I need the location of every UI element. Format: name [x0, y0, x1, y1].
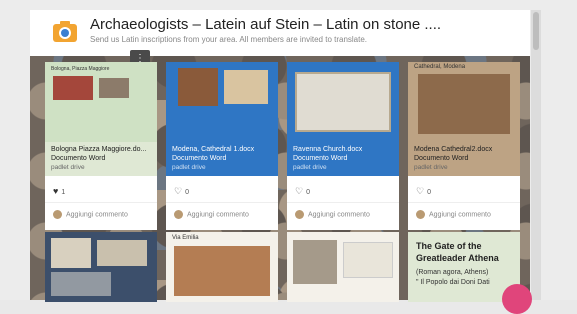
comment-label: Aggiungi commento	[429, 211, 491, 219]
like-count: 1	[61, 189, 66, 196]
avatar	[416, 210, 425, 219]
post-card[interactable]: Via Emilia	[166, 232, 278, 302]
page-title: Archaeologists – Latein auf Stein – Lati…	[90, 16, 442, 33]
add-comment-button[interactable]: Aggiungi commento	[53, 210, 128, 219]
post-source: padlet drive	[51, 164, 85, 171]
post-thumbnail	[166, 62, 278, 142]
camera-icon	[53, 21, 77, 42]
heart-icon: ♡	[416, 186, 425, 196]
text-post-line: Greatleader Athena	[416, 253, 499, 263]
comment-label: Aggiungi commento	[308, 211, 370, 219]
post-type: Documento Word	[414, 155, 469, 162]
page-subtitle: Send us Latin inscriptions from your are…	[90, 35, 368, 44]
text-post-line: (Roman agora, Athens)	[416, 269, 489, 276]
post-source: padlet drive	[414, 164, 448, 171]
like-button[interactable]: ♡ 0	[416, 186, 431, 197]
post-card[interactable]: Cathedral, Modena Modena Cathedral2.docx…	[408, 62, 520, 230]
post-card[interactable]	[287, 232, 399, 302]
post-title: Modena Cathedral2.docx	[414, 146, 493, 153]
thumbnail-caption: Cathedral, Modena	[414, 64, 466, 70]
add-comment-button[interactable]: Aggiungi commento	[295, 210, 370, 219]
like-button[interactable]: ♡ 0	[174, 186, 189, 197]
post-thumbnail: Bologna, Piazza Maggiore	[45, 62, 157, 142]
post-card[interactable]	[45, 232, 157, 302]
avatar	[174, 210, 183, 219]
post-title: Modena, Cathedral 1.docx	[172, 146, 255, 153]
post-card[interactable]: Ravenna Church.docx Documento Word padle…	[287, 62, 399, 230]
post-title: Ravenna Church.docx	[293, 146, 363, 153]
add-post-button[interactable]	[502, 284, 532, 314]
post-title: Bologna Piazza Maggiore.do...	[51, 146, 147, 153]
text-post-line: " Il Popolo dai Doni Dati	[416, 279, 490, 286]
like-count: 0	[185, 189, 189, 196]
like-count: 0	[306, 189, 310, 196]
post-type: Documento Word	[293, 155, 348, 162]
thumbnail-caption: Bologna, Piazza Maggiore	[51, 66, 110, 72]
post-thumbnail: Cathedral, Modena	[408, 62, 520, 142]
heart-icon: ♡	[174, 186, 183, 196]
add-comment-button[interactable]: Aggiungi commento	[416, 210, 491, 219]
comment-label: Aggiungi commento	[66, 211, 128, 219]
add-comment-button[interactable]: Aggiungi commento	[174, 210, 249, 219]
heart-icon: ♡	[295, 186, 304, 196]
padlet-header: Archaeologists – Latein auf Stein – Lati…	[30, 10, 530, 56]
post-card[interactable]: Bologna, Piazza Maggiore Bologna Piazza …	[45, 62, 157, 230]
post-thumbnail	[287, 62, 399, 142]
like-button[interactable]: ♥ 1	[53, 186, 65, 196]
avatar	[53, 210, 62, 219]
post-card[interactable]: Modena, Cathedral 1.docx Documento Word …	[166, 62, 278, 230]
text-post-line: The Gate of the	[416, 241, 482, 251]
scrollbar-thumb[interactable]	[533, 12, 539, 50]
scrollbar[interactable]	[531, 10, 541, 300]
like-count: 0	[427, 189, 431, 196]
post-source: padlet drive	[293, 164, 327, 171]
comment-label: Aggiungi commento	[187, 211, 249, 219]
avatar	[295, 210, 304, 219]
like-button[interactable]: ♡ 0	[295, 186, 310, 197]
post-source: padlet drive	[172, 164, 206, 171]
thumbnail-caption: Via Emilia	[172, 235, 199, 241]
heart-icon: ♥	[53, 186, 59, 196]
post-type: Documento Word	[172, 155, 227, 162]
post-type: Documento Word	[51, 155, 106, 162]
